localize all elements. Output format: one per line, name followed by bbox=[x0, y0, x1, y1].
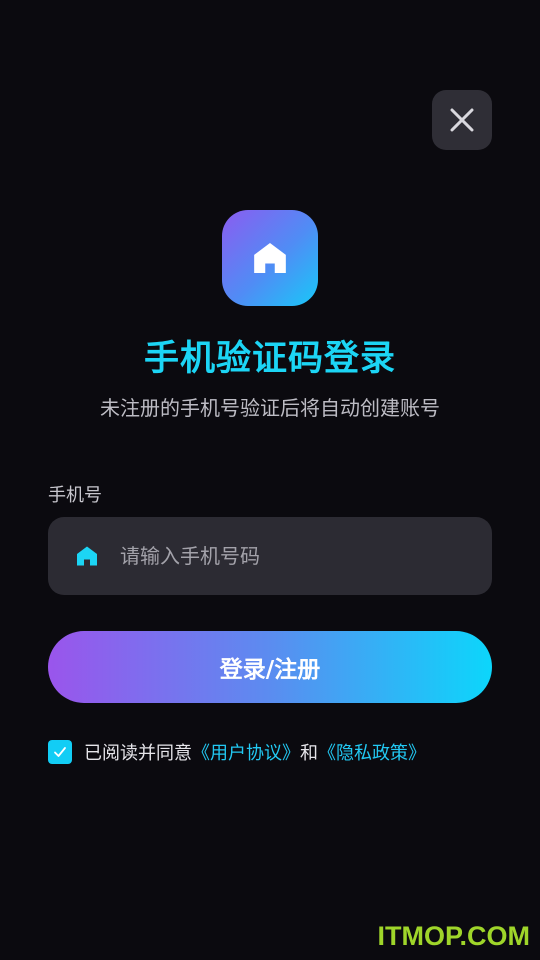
phone-input[interactable] bbox=[120, 536, 460, 576]
agreement-conjunction: 和 bbox=[300, 743, 318, 764]
home-icon bbox=[74, 543, 100, 569]
page-title: 手机验证码登录 bbox=[143, 339, 396, 379]
page-subtitle: 未注册的手机号验证后将自动创建账号 bbox=[100, 396, 440, 420]
user-agreement-link[interactable]: 《用户协议》 bbox=[192, 739, 300, 765]
agreement-row: 已阅读并同意 《用户协议》 和 《隐私政策》 bbox=[48, 739, 426, 765]
watermark: ITMOP.COM bbox=[377, 921, 530, 951]
checkmark-icon bbox=[54, 747, 66, 757]
agreement-checkbox[interactable] bbox=[48, 740, 72, 764]
close-button[interactable] bbox=[432, 90, 492, 150]
close-icon bbox=[450, 108, 474, 132]
phone-field-label: 手机号 bbox=[48, 485, 102, 506]
home-icon bbox=[254, 242, 286, 274]
privacy-policy-link[interactable]: 《隐私政策》 bbox=[318, 739, 426, 765]
phone-field[interactable] bbox=[48, 517, 492, 595]
login-register-button[interactable]: 登录/注册 bbox=[48, 631, 492, 703]
agreement-prefix: 已阅读并同意 bbox=[84, 743, 192, 764]
app-logo bbox=[222, 210, 318, 306]
